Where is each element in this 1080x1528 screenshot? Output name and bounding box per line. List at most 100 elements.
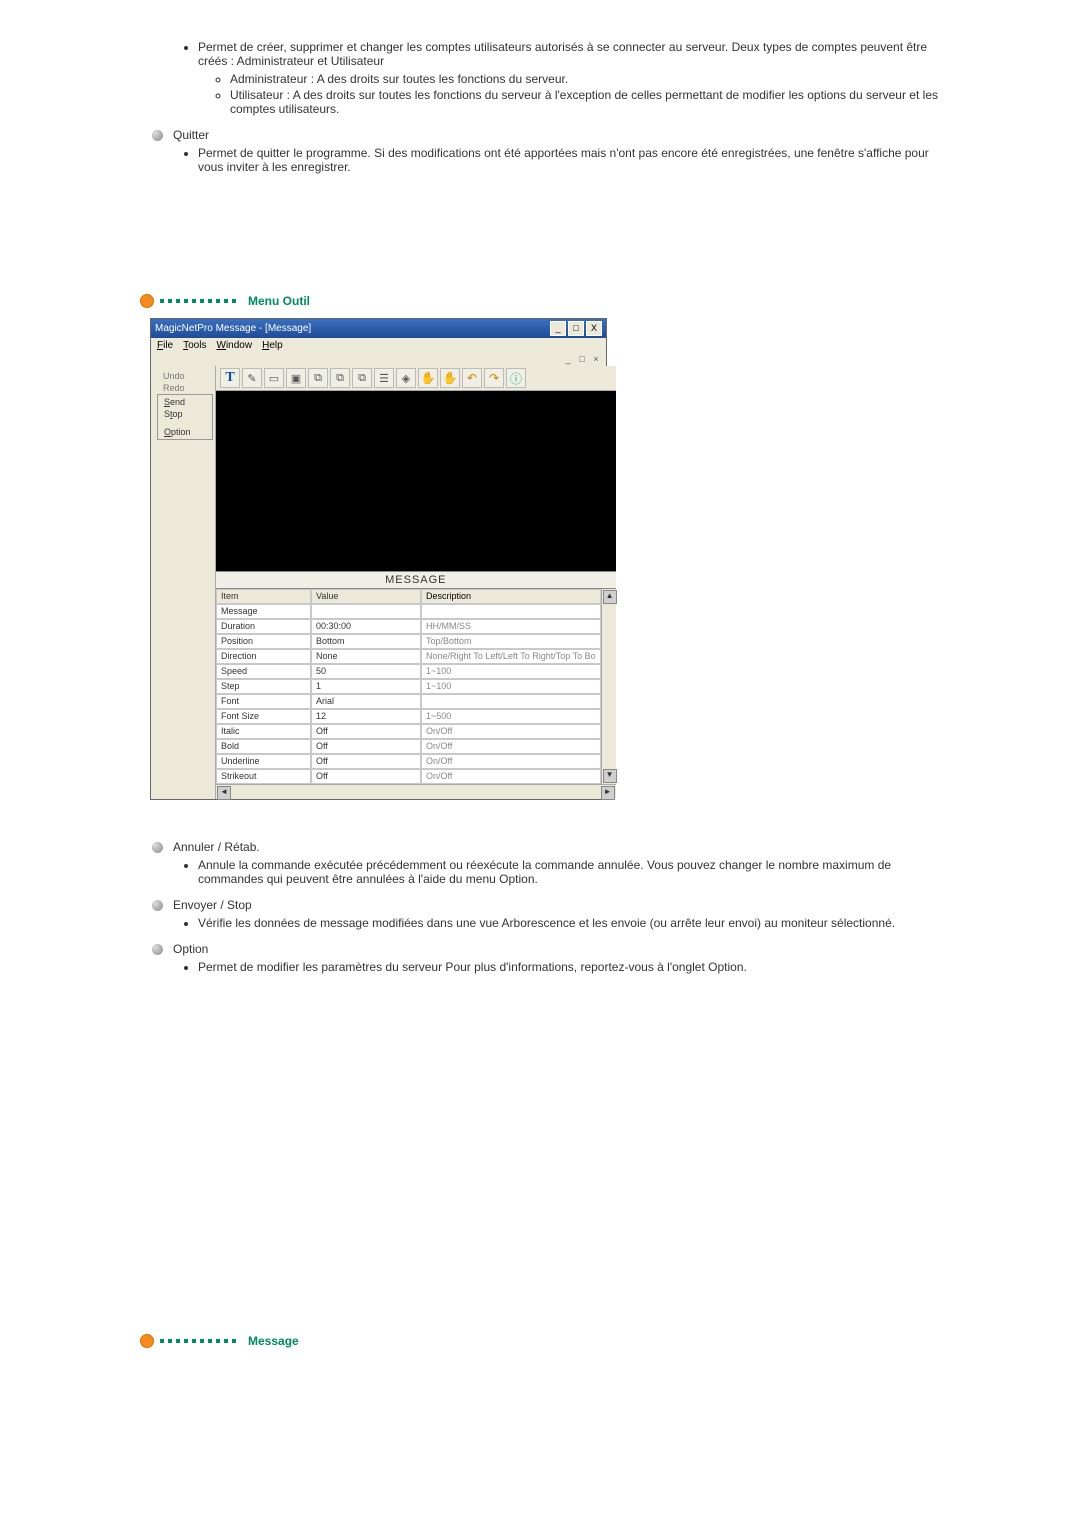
grid-cell-value[interactable]: 50 xyxy=(311,664,421,679)
grid-cell-value[interactable]: Off xyxy=(311,724,421,739)
sphere-icon xyxy=(152,842,163,853)
doc-minimize-button[interactable]: _ xyxy=(562,354,574,365)
grid-cell-item: Message xyxy=(216,604,311,619)
grid-cell-value[interactable] xyxy=(311,604,421,619)
scroll-down-icon[interactable]: ▼ xyxy=(603,769,617,783)
grid-cell-value[interactable]: Off xyxy=(311,754,421,769)
tool-icon-6[interactable]: ⧉ xyxy=(352,368,372,388)
orange-bullet-icon xyxy=(140,1334,154,1348)
option-heading: Option xyxy=(152,942,940,956)
grid-cell-value[interactable]: 00:30:00 xyxy=(311,619,421,634)
horizontal-scrollbar[interactable]: ◄ ► xyxy=(216,784,616,799)
menu-file[interactable]: File xyxy=(157,340,173,351)
minimize-button[interactable]: _ xyxy=(550,321,566,336)
hdr-value: Value xyxy=(311,589,421,604)
titlebar[interactable]: MagicNetPro Message - [Message] _ □ X xyxy=(151,319,606,338)
grid-cell-desc: On/Off xyxy=(421,769,601,784)
grid-cell-item: Direction xyxy=(216,649,311,664)
grid-cell-desc: 1~100 xyxy=(421,679,601,694)
admin-desc: Administrateur : A des droits sur toutes… xyxy=(230,72,940,86)
property-grid[interactable]: Item Value Description MessageDuration00… xyxy=(216,589,616,799)
dropdown-option[interactable]: Option xyxy=(158,426,212,438)
tool-icon-9[interactable]: ✋ xyxy=(418,368,438,388)
doc-maximize-button[interactable]: □ xyxy=(576,354,588,365)
sphere-icon xyxy=(152,944,163,955)
close-button[interactable]: X xyxy=(586,321,602,336)
grid-row[interactable]: Duration00:30:00HH/MM/SS xyxy=(216,619,601,634)
grid-row[interactable]: Message xyxy=(216,604,601,619)
dropdown-stop[interactable]: Stop xyxy=(158,408,212,420)
grid-header: Item Value Description xyxy=(216,589,601,604)
menu-tools[interactable]: Tools xyxy=(183,340,206,351)
grid-cell-value[interactable]: Arial xyxy=(311,694,421,709)
grid-row[interactable]: DirectionNoneNone/Right To Left/Left To … xyxy=(216,649,601,664)
grid-cell-desc: 1~500 xyxy=(421,709,601,724)
grid-row[interactable]: UnderlineOffOn/Off xyxy=(216,754,601,769)
tool-icon-1[interactable]: ✎ xyxy=(242,368,262,388)
account-desc-list: Permet de créer, supprimer et changer le… xyxy=(140,40,940,116)
maximize-button[interactable]: □ xyxy=(568,321,584,336)
text-tool-icon[interactable]: T xyxy=(220,368,240,388)
vertical-scrollbar[interactable]: ▲ ▼ xyxy=(601,589,616,784)
sphere-icon xyxy=(152,900,163,911)
grid-cell-value[interactable]: Off xyxy=(311,769,421,784)
section-menu-outil: Menu Outil xyxy=(140,294,940,308)
grid-cell-desc: None/Right To Left/Left To Right/Top To … xyxy=(421,649,601,664)
grid-cell-value[interactable]: Bottom xyxy=(311,634,421,649)
grid-cell-desc: On/Off xyxy=(421,724,601,739)
grid-cell-item: Position xyxy=(216,634,311,649)
grid-row[interactable]: Speed501~100 xyxy=(216,664,601,679)
quitter-desc: Permet de quitter le programme. Si des m… xyxy=(198,146,940,174)
tool-icon-3[interactable]: ▣ xyxy=(286,368,306,388)
dots-icon xyxy=(160,299,240,303)
grid-cell-value[interactable]: None xyxy=(311,649,421,664)
account-sub-list: Administrateur : A des droits sur toutes… xyxy=(198,72,940,116)
tool-icon-4[interactable]: ⧉ xyxy=(308,368,328,388)
grid-row[interactable]: ItalicOffOn/Off xyxy=(216,724,601,739)
tree-pane[interactable]: Undo Redo Send Stop Option xyxy=(151,366,216,799)
quitter-label: Quitter xyxy=(173,128,209,142)
doc-close-button[interactable]: × xyxy=(590,354,602,365)
option-label: Option xyxy=(173,942,208,956)
grid-row[interactable]: BoldOffOn/Off xyxy=(216,739,601,754)
user-desc: Utilisateur : A des droits sur toutes le… xyxy=(230,88,940,116)
grid-cell-item: Font xyxy=(216,694,311,709)
grid-cell-desc: On/Off xyxy=(421,754,601,769)
tree-redo[interactable]: Redo xyxy=(153,382,213,394)
grid-cell-item: Bold xyxy=(216,739,311,754)
grid-row[interactable]: PositionBottomTop/Bottom xyxy=(216,634,601,649)
grid-cell-desc xyxy=(421,604,601,619)
info-icon[interactable]: ⓘ xyxy=(506,368,526,388)
sphere-icon xyxy=(152,130,163,141)
scroll-left-icon[interactable]: ◄ xyxy=(217,786,231,800)
scroll-right-icon[interactable]: ► xyxy=(601,786,615,800)
tool-icon-10[interactable]: ✋ xyxy=(440,368,460,388)
tool-icon-7[interactable]: ☰ xyxy=(374,368,394,388)
grid-cell-desc: HH/MM/SS xyxy=(421,619,601,634)
grid-row[interactable]: Step11~100 xyxy=(216,679,601,694)
window-title: MagicNetPro Message - [Message] xyxy=(155,323,311,334)
grid-cell-value[interactable]: 1 xyxy=(311,679,421,694)
undo-icon[interactable]: ↶ xyxy=(462,368,482,388)
menu-help[interactable]: Help xyxy=(262,340,283,351)
grid-row[interactable]: StrikeoutOffOn/Off xyxy=(216,769,601,784)
grid-cell-value[interactable]: Off xyxy=(311,739,421,754)
quitter-heading: Quitter xyxy=(152,128,940,142)
redo-icon[interactable]: ↷ xyxy=(484,368,504,388)
tool-icon-2[interactable]: ▭ xyxy=(264,368,284,388)
scroll-up-icon[interactable]: ▲ xyxy=(603,590,617,604)
dropdown-send[interactable]: Send xyxy=(158,396,212,408)
tool-icon-8[interactable]: ◈ xyxy=(396,368,416,388)
menu-window[interactable]: Window xyxy=(216,340,252,351)
section-message: Message xyxy=(140,1334,940,1348)
envoyer-heading: Envoyer / Stop xyxy=(152,898,940,912)
grid-cell-value[interactable]: 12 xyxy=(311,709,421,724)
grid-cell-item: Font Size xyxy=(216,709,311,724)
tools-dropdown[interactable]: Send Stop Option xyxy=(157,394,213,440)
tree-undo[interactable]: Undo xyxy=(153,370,213,382)
orange-bullet-icon xyxy=(140,294,154,308)
grid-row[interactable]: FontArial xyxy=(216,694,601,709)
tool-icon-5[interactable]: ⧉ xyxy=(330,368,350,388)
grid-row[interactable]: Font Size121~500 xyxy=(216,709,601,724)
grid-cell-item: Speed xyxy=(216,664,311,679)
